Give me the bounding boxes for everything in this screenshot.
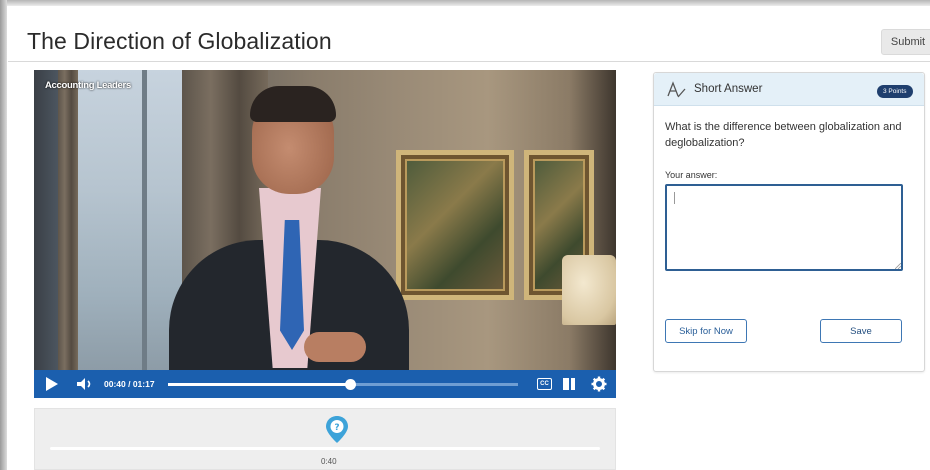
points-badge: 3 Points bbox=[877, 85, 913, 98]
timeline-marker-time: 0:40 bbox=[321, 457, 337, 466]
timeline-track bbox=[50, 447, 600, 450]
video-seek-handle[interactable] bbox=[345, 379, 356, 390]
play-icon[interactable] bbox=[46, 377, 58, 391]
speaker-hair bbox=[250, 86, 336, 122]
captions-icon[interactable]: CC bbox=[537, 378, 552, 390]
video-scene-lamp bbox=[562, 255, 616, 325]
page-header: The Direction of Globalization Submit bbox=[8, 6, 930, 62]
page-title: The Direction of Globalization bbox=[27, 28, 332, 54]
transcript-pane-icon[interactable] bbox=[562, 377, 576, 391]
question-type-label: Short Answer bbox=[694, 83, 763, 95]
short-answer-icon bbox=[667, 81, 686, 98]
video-player[interactable]: Accounting Leaders bbox=[34, 70, 616, 370]
question-marker-icon[interactable]: ? bbox=[325, 415, 349, 445]
answer-label: Your answer: bbox=[665, 170, 718, 180]
window-edge-left bbox=[0, 0, 7, 470]
volume-icon[interactable] bbox=[76, 377, 94, 391]
save-button[interactable]: Save bbox=[820, 319, 902, 343]
submit-button[interactable]: Submit bbox=[881, 29, 930, 55]
video-scene-curtain-left bbox=[58, 70, 78, 370]
video-scene-window-bar bbox=[142, 70, 147, 370]
svg-text:?: ? bbox=[334, 423, 339, 433]
video-seek-progress bbox=[168, 383, 350, 386]
answer-textarea[interactable] bbox=[665, 184, 903, 271]
question-card-header: Short Answer 3 Points bbox=[654, 73, 924, 106]
app-frame: The Direction of Globalization Submit Ac… bbox=[0, 0, 930, 470]
settings-gear-icon[interactable] bbox=[591, 376, 607, 392]
video-overlay-label: Accounting Leaders bbox=[45, 80, 131, 91]
speaker-hand bbox=[304, 332, 366, 362]
skip-for-now-button[interactable]: Skip for Now bbox=[665, 319, 747, 343]
video-time-display: 00:40 / 01:17 bbox=[104, 379, 155, 389]
resize-grip-icon[interactable] bbox=[895, 263, 901, 269]
text-cursor bbox=[674, 192, 675, 204]
question-card: Short Answer 3 Points What is the differ… bbox=[653, 72, 925, 372]
question-timeline: ? 0:40 bbox=[34, 408, 616, 470]
video-seek-bar[interactable] bbox=[168, 379, 518, 390]
question-text: What is the difference between globaliza… bbox=[665, 121, 902, 149]
video-controls-bar: 00:40 / 01:17 CC bbox=[34, 370, 616, 398]
video-scene-painting bbox=[396, 150, 514, 300]
